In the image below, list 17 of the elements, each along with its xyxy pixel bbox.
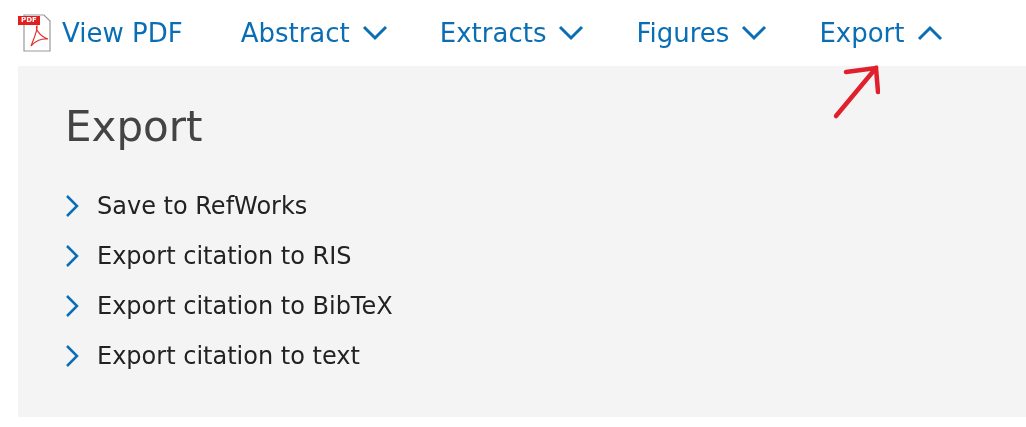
nav-dropdown-tab[interactable]: Extracts: [439, 18, 585, 48]
nav-dropdown-tab[interactable]: Abstract: [240, 18, 388, 48]
nav-dropdown-tab[interactable]: Export: [819, 18, 943, 48]
panel-title: Export: [65, 102, 204, 153]
chevron-right-icon: [65, 244, 79, 269]
chevron-up-icon: [916, 25, 943, 41]
chevron-down-icon: [558, 25, 585, 41]
export-link[interactable]: Export citation to BibTeX: [65, 288, 393, 325]
chevron-right-icon: [65, 294, 79, 319]
chevron-down-icon: [741, 25, 768, 41]
chevron-right-icon: [65, 344, 79, 369]
chevron-right-icon: [65, 194, 79, 219]
export-link[interactable]: Save to RefWorks: [65, 188, 308, 225]
export-link[interactable]: Export citation to RIS: [65, 238, 352, 275]
chevron-down-icon: [361, 25, 388, 41]
nav-dropdown-tab[interactable]: Figures: [636, 18, 768, 48]
export-link[interactable]: Export citation to text: [65, 338, 360, 375]
